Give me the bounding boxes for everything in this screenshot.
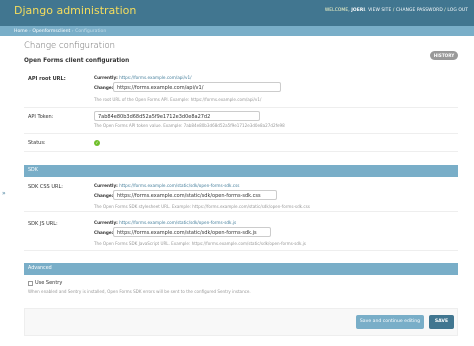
view-site-link[interactable]: VIEW SITE: [368, 8, 391, 13]
history-button[interactable]: HISTORY: [430, 51, 458, 60]
api-root-change-label: Change:: [94, 85, 114, 90]
sdk-css-change-label: Change:: [94, 193, 114, 198]
change-password-link[interactable]: CHANGE PASSWORD: [396, 8, 443, 13]
sdk-js-currently: Currently: https://forms.example.com/sta…: [94, 220, 237, 225]
sdk-css-input[interactable]: https://forms.example.com/static/sdk/ope…: [113, 190, 277, 200]
status-label: Status:: [28, 140, 46, 146]
sdk-js-help: The Open Forms SDK JavaScript URL. Examp…: [94, 241, 306, 246]
breadcrumb-app[interactable]: Openformsclient: [32, 29, 70, 34]
api-root-currently: Currently: https://forms.example.com/api…: [94, 75, 192, 80]
site-header: Django administration WELCOME, JOERI. VI…: [0, 0, 474, 26]
api-token-label: API Token:: [28, 114, 54, 120]
save-and-continue-button[interactable]: Save and continue editing: [356, 315, 424, 329]
api-root-row: API root URL: Currently: https://forms.e…: [24, 70, 458, 108]
check-icon: ✓: [94, 140, 100, 146]
sdk-css-row: SDK CSS URL: Currently: https://forms.ex…: [24, 179, 458, 212]
welcome-text: WELCOME,: [324, 8, 350, 13]
section-title: Open Forms client configuration: [24, 58, 130, 64]
sdk-js-label: SDK JS URL:: [28, 221, 58, 227]
api-token-row: API Token: 7ab84e80b3d68d52a5f9e1712e3d0…: [24, 108, 458, 134]
api-token-input[interactable]: 7ab84e80b3d68d52a5f9e1712e3d0e8a27d2: [94, 111, 260, 121]
user-tools: WELCOME, JOERI. VIEW SITE / CHANGE PASSW…: [324, 8, 468, 13]
submit-row: Save and continue editing SAVE: [24, 308, 458, 336]
sdk-js-input[interactable]: https://forms.example.com/static/sdk/ope…: [113, 227, 271, 237]
page-title: Change configuration: [24, 41, 116, 51]
breadcrumb: Home › Openformsclient › Configuration: [0, 26, 474, 36]
breadcrumb-current: Configuration: [75, 28, 107, 34]
sdk-fieldset-heading: SDK: [24, 165, 458, 177]
sdk-css-currently: Currently: https://forms.example.com/sta…: [94, 183, 240, 188]
api-root-current-link[interactable]: https://forms.example.com/api/v1/: [119, 75, 191, 80]
use-sentry-checkbox[interactable]: [28, 281, 33, 286]
sidebar-toggle-icon[interactable]: »: [2, 190, 8, 200]
use-sentry-help: When enabled and Sentry is installed, Op…: [28, 289, 251, 294]
save-button[interactable]: SAVE: [429, 315, 454, 329]
api-root-help: The root URL of the Open Forms API. Exam…: [94, 97, 262, 102]
api-root-input[interactable]: https://forms.example.com/api/v1/: [113, 82, 281, 92]
sdk-css-current-link[interactable]: https://forms.example.com/static/sdk/ope…: [119, 183, 239, 188]
sdk-css-help: The Open Forms SDK stylesheet URL. Examp…: [94, 204, 310, 209]
api-root-label: API root URL:: [28, 76, 66, 82]
site-branding[interactable]: Django administration: [14, 4, 136, 17]
sdk-js-current-link[interactable]: https://forms.example.com/static/sdk/ope…: [119, 220, 236, 225]
api-token-help: The Open Forms API token value. Example:…: [94, 123, 285, 128]
sdk-css-label: SDK CSS URL:: [28, 184, 63, 190]
sdk-js-row: SDK JS URL: Currently: https://forms.exa…: [24, 215, 458, 251]
breadcrumb-home[interactable]: Home: [14, 29, 28, 34]
username: JOERI: [351, 8, 366, 13]
sdk-js-change-label: Change:: [94, 230, 114, 235]
advanced-fieldset-heading: Advanced: [24, 263, 458, 275]
use-sentry-label[interactable]: Use Sentry: [35, 280, 62, 286]
log-out-link[interactable]: LOG OUT: [447, 8, 468, 13]
status-row: Status:: [24, 134, 458, 152]
